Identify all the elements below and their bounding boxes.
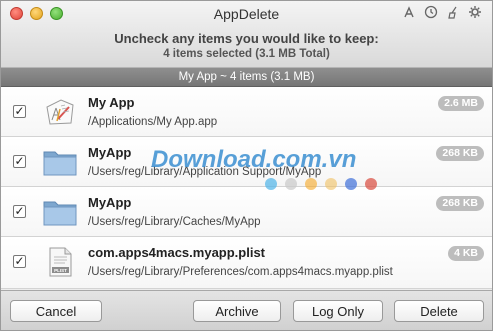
item-checkbox[interactable]: ✓: [13, 255, 26, 268]
item-path: /Users/reg/Library/Caches/MyApp: [88, 216, 261, 228]
app-window: AppDelete Uncheck any items you would li…: [0, 0, 493, 331]
item-name: MyApp: [88, 145, 132, 160]
delete-button[interactable]: Delete: [394, 300, 484, 322]
clock-icon[interactable]: [424, 5, 438, 19]
gear-icon[interactable]: [468, 5, 482, 19]
item-path: /Users/reg/Library/Application Support/M…: [88, 166, 322, 178]
size-badge: 268 KB: [436, 196, 484, 211]
item-checkbox[interactable]: ✓: [13, 105, 26, 118]
size-badge: 268 KB: [436, 146, 484, 161]
group-header: My App ~ 4 items (3.1 MB): [1, 68, 492, 87]
file-list: ✓ My App /Applications/My App.app 2.6 MB…: [1, 87, 492, 289]
item-name: MyApp: [88, 195, 132, 210]
item-checkbox[interactable]: ✓: [13, 205, 26, 218]
archive-button[interactable]: Archive: [193, 300, 281, 322]
folder-icon: [43, 197, 77, 227]
toolbar-icons: [402, 5, 482, 19]
item-checkbox[interactable]: ✓: [13, 155, 26, 168]
item-name: My App: [88, 95, 135, 110]
item-name: com.apps4macs.myapp.plist: [88, 245, 266, 260]
list-item[interactable]: ✓ MyApp /Users/reg/Library/Caches/MyApp …: [1, 187, 492, 237]
size-badge: 4 KB: [448, 246, 484, 261]
list-item[interactable]: ✓ MyApp /Users/reg/Library/Application S…: [1, 137, 492, 187]
app-icon: [43, 97, 77, 127]
title-bar: AppDelete Uncheck any items you would li…: [1, 1, 492, 68]
app-store-icon[interactable]: [402, 5, 416, 19]
selection-summary: 4 items selected (3.1 MB Total): [163, 48, 330, 60]
plist-icon: PLIST: [43, 247, 77, 277]
item-path: /Users/reg/Library/Preferences/com.apps4…: [88, 266, 393, 278]
folder-icon: [43, 147, 77, 177]
plist-icon-label: PLIST: [54, 268, 67, 273]
log-only-button[interactable]: Log Only: [293, 300, 383, 322]
instruction-text: Uncheck any items you would like to keep…: [114, 31, 379, 46]
broom-icon[interactable]: [446, 5, 460, 19]
button-bar: Cancel Archive Log Only Delete: [1, 290, 492, 330]
item-path: /Applications/My App.app: [88, 116, 218, 128]
size-badge: 2.6 MB: [438, 96, 484, 111]
list-item[interactable]: ✓ PLIST com.apps4macs.myapp.plist /Users…: [1, 237, 492, 289]
list-item[interactable]: ✓ My App /Applications/My App.app 2.6 MB: [1, 87, 492, 137]
cancel-button[interactable]: Cancel: [10, 300, 102, 322]
